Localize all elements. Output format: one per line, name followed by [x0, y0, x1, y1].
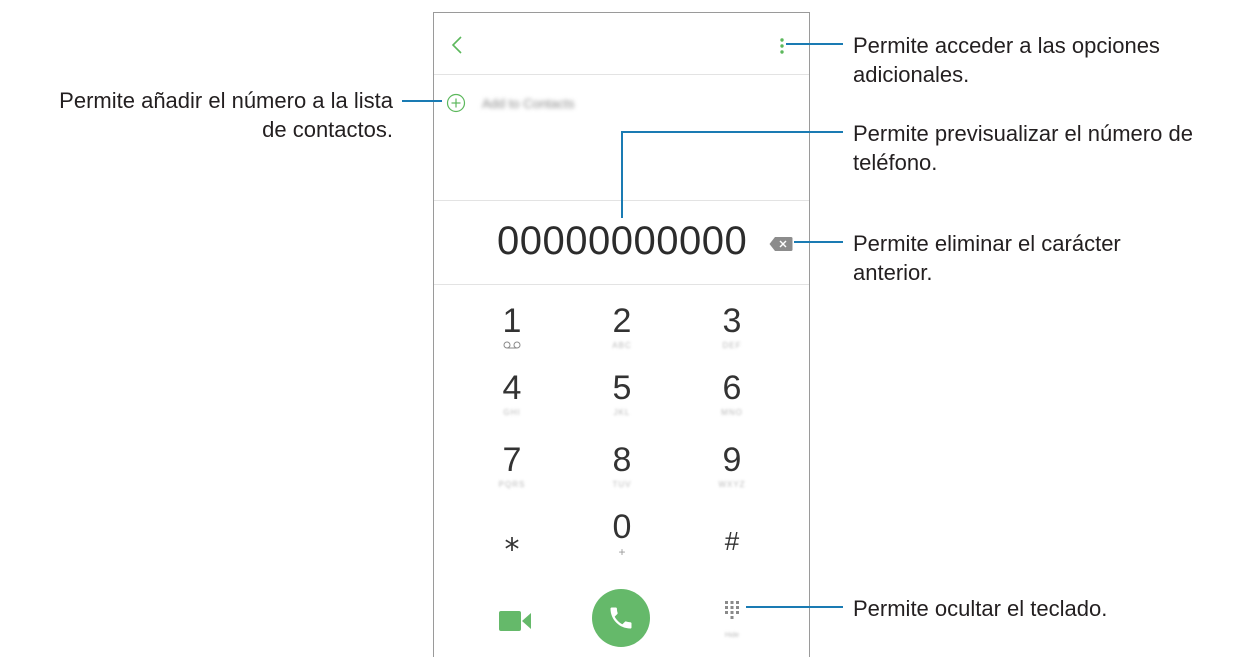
callout-line: teléfono. — [853, 150, 938, 175]
callout-line: Permite ocultar el teclado. — [853, 596, 1108, 621]
callout-line: de contactos. — [262, 117, 393, 142]
callout-delete-char: Permite eliminar el carácter anterior. — [853, 229, 1121, 287]
callout-line: Permite eliminar el carácter — [853, 231, 1121, 256]
callout-line: Permite acceder a las opciones — [853, 33, 1160, 58]
callout-line: anterior. — [853, 260, 933, 285]
callout-add-contact: Permite añadir el número a la lista de c… — [59, 86, 393, 144]
callout-line: adicionales. — [853, 62, 970, 87]
leader-preview-number — [621, 131, 843, 218]
callout-hide-keypad: Permite ocultar el teclado. — [853, 594, 1107, 623]
callout-more-options: Permite acceder a las opciones adicional… — [853, 31, 1160, 89]
callout-preview-number: Permite previsualizar el número de teléf… — [853, 119, 1193, 177]
callout-line: Permite añadir el número a la lista — [59, 88, 393, 113]
callout-line: Permite previsualizar el número de — [853, 121, 1193, 146]
